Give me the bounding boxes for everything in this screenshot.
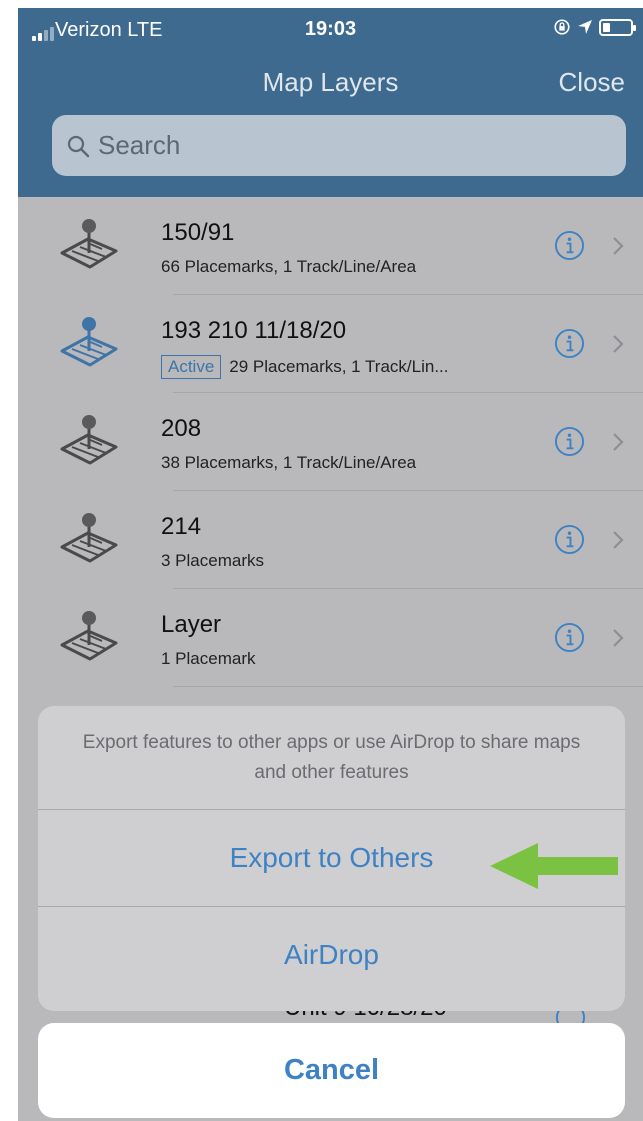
green-arrow-icon bbox=[490, 843, 618, 889]
map-layer-icon bbox=[60, 611, 118, 661]
battery-level bbox=[603, 22, 610, 32]
left-margin bbox=[0, 0, 18, 1121]
layer-name: 214 bbox=[161, 513, 202, 540]
layer-summary: 29 Placemarks, 1 Track/Lin... bbox=[229, 357, 449, 376]
location-arrow-icon bbox=[578, 20, 592, 34]
layer-summary: 66 Placemarks, 1 Track/Line/Area bbox=[161, 257, 417, 276]
layer-summary-line: 66 Placemarks, 1 Track/Line/Area bbox=[161, 257, 416, 277]
status-badge: Active bbox=[161, 355, 222, 379]
action-sheet-message: Export features to other apps or use Air… bbox=[82, 731, 581, 783]
page-title: Map Layers bbox=[262, 67, 399, 97]
header: Verizon LTE 19:03 Map Layers Close Searc… bbox=[18, 8, 643, 197]
chevron-right-icon bbox=[613, 237, 624, 255]
layer-name: 150/91 bbox=[161, 219, 235, 246]
layer-summary-line: 38 Placemarks, 1 Track/Line/Area bbox=[161, 453, 416, 473]
list-item[interactable]: 193 210 11/18/20 Active 29 Placemarks, 1 T… bbox=[18, 295, 643, 393]
layer-summary-line: 1 Placemark bbox=[161, 649, 255, 669]
layer-summary: 3 Placemarks bbox=[161, 551, 264, 570]
divider bbox=[173, 686, 643, 687]
phone-screen: Verizon LTE 19:03 Map Layers Close Searc… bbox=[18, 8, 643, 1121]
layer-summary-line: 3 Placemarks bbox=[161, 551, 264, 571]
status-time: 19:03 bbox=[304, 18, 357, 40]
layer-summary: 38 Placemarks, 1 Track/Line/Area bbox=[161, 453, 417, 472]
map-layer-icon bbox=[60, 219, 118, 269]
list-item[interactable]: 208 38 Placemarks, 1 Track/Line/Area bbox=[18, 393, 643, 491]
info-icon[interactable] bbox=[554, 230, 585, 261]
status-icons bbox=[553, 18, 636, 36]
close-button[interactable]: Close bbox=[559, 67, 625, 98]
layer-name: 208 bbox=[161, 415, 202, 442]
rotation-lock-icon bbox=[554, 19, 570, 35]
list-item[interactable]: 150/91 66 Placemarks, 1 Track/Line/Area bbox=[18, 197, 643, 295]
map-layer-icon bbox=[60, 317, 118, 367]
chevron-right-icon bbox=[613, 531, 624, 549]
chevron-right-icon bbox=[613, 335, 624, 353]
layer-name: 193 210 11/18/20 bbox=[161, 317, 347, 344]
layer-summary: 1 Placemark bbox=[161, 649, 256, 668]
info-icon[interactable] bbox=[554, 524, 585, 555]
cancel-button[interactable]: Cancel bbox=[38, 1023, 625, 1118]
list-item[interactable]: 214 3 Placemarks bbox=[18, 491, 643, 589]
info-icon[interactable] bbox=[554, 328, 585, 359]
map-layer-icon bbox=[60, 415, 118, 465]
info-icon[interactable] bbox=[554, 426, 585, 457]
map-layer-icon bbox=[60, 513, 118, 563]
top-margin bbox=[0, 0, 643, 8]
list-item[interactable]: Layer 1 Placemark bbox=[18, 589, 643, 687]
screenshot-frame: Verizon LTE 19:03 Map Layers Close Searc… bbox=[0, 0, 643, 1121]
search-input[interactable]: Search bbox=[52, 115, 626, 176]
battery-icon bbox=[599, 18, 636, 36]
status-bar: Verizon LTE 19:03 bbox=[18, 8, 643, 48]
chevron-right-icon bbox=[613, 629, 624, 647]
airdrop-button[interactable]: AirDrop bbox=[38, 907, 625, 1003]
info-icon[interactable] bbox=[554, 622, 585, 653]
layer-name: Layer bbox=[161, 611, 222, 638]
layer-summary-line: Active 29 Placemarks, 1 Track/Lin... bbox=[161, 355, 449, 379]
search-placeholder: Search bbox=[98, 130, 181, 160]
chevron-right-icon bbox=[613, 433, 624, 451]
search-icon bbox=[67, 135, 90, 157]
